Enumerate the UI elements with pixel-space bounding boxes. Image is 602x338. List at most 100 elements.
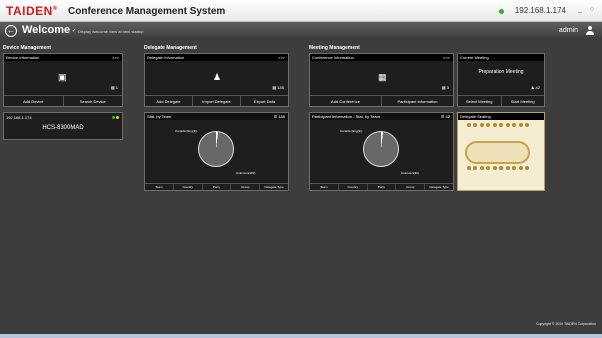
select-meeting-button[interactable]: Select Meeting (458, 96, 502, 106)
seat[interactable] (505, 123, 510, 127)
welcome-bar: ← Welcome ✓ Display welcome view at next… (0, 22, 602, 40)
import-delegate-button[interactable]: Import Delegate (193, 96, 241, 106)
device-count: ▦ 1 (110, 85, 118, 90)
add-conference-button[interactable]: Add Conference (310, 96, 382, 106)
tab-delegate-type[interactable]: Delegate Type (425, 184, 453, 190)
seat[interactable] (486, 166, 491, 170)
card-header: Delegate Seating (458, 113, 544, 120)
team-pie-chart (198, 131, 234, 167)
online-icon (112, 116, 115, 119)
back-button[interactable]: ← (5, 25, 17, 37)
participant-total: ☰ 42 (440, 114, 450, 119)
delegate-actions: Add Delegate Import Delegate Export Data (145, 95, 288, 106)
device-actions: Add Device Search Device (4, 95, 122, 106)
seat[interactable] (499, 166, 504, 170)
seat[interactable] (512, 166, 517, 170)
export-data-button[interactable]: Export Data (241, 96, 288, 106)
seat[interactable] (467, 123, 471, 127)
tab-team[interactable]: Team (310, 184, 339, 190)
seat[interactable] (492, 166, 497, 170)
top-bar: TAIDEN® Conference Management System 192… (0, 0, 602, 22)
start-meeting-button[interactable]: Start Meeting (502, 96, 545, 106)
startup-checkbox[interactable]: ✓ (72, 28, 76, 34)
tab-party[interactable]: Party (203, 184, 232, 190)
pie-label-unknown: Unknown(182) (236, 171, 256, 175)
participant-information-button[interactable]: Participant Information (382, 96, 453, 106)
tab-group[interactable]: Group (396, 184, 426, 190)
device-management-title: Device Management (3, 45, 52, 51)
conference-actions: Add Conference Participant Information (310, 95, 453, 106)
meeting-management-title: Meeting Management (309, 45, 360, 51)
close-button[interactable]: ○ (590, 6, 594, 13)
admin-user[interactable]: admin (559, 27, 578, 34)
seat[interactable] (479, 166, 484, 170)
pie-label-canada: Canada (Eng(3)) (175, 129, 198, 133)
meeting-status: Preparation Meeting (478, 69, 524, 75)
device-information-card: Device Information >>> ▣ ▦ 1 Add Device S… (3, 53, 123, 107)
device-ip: 192.168.1.174 (6, 115, 32, 120)
participant-stat-card: Participant Information - Stat. by Team ☰… (309, 112, 454, 191)
seat[interactable] (512, 123, 517, 127)
participant-count: ♟ 42 (530, 85, 540, 90)
delegate-information-card: Delegate Information >>> ♟ ▦ 185 Add Dele… (144, 53, 289, 107)
meeting-actions: Select Meeting Start Meeting (458, 95, 544, 106)
participant-label-canada: Canada (Eng(3)) (340, 129, 363, 133)
tab-team[interactable]: Team (145, 184, 174, 190)
more-button[interactable]: >>> (278, 54, 285, 61)
seat[interactable] (524, 166, 529, 170)
server-ip: 192.168.1.174 (514, 6, 566, 15)
conference-table (465, 141, 530, 164)
participant-statistics-tabs: Team Country Party Group Delegate Type (310, 183, 453, 190)
card-header: Participant Information - Stat. by Team ☰… (310, 113, 453, 120)
participant-pie-chart (363, 131, 399, 167)
minimize-button[interactable]: _ (578, 6, 582, 13)
tab-delegate-type[interactable]: Delegate Type (260, 184, 288, 190)
taiden-logo: TAIDEN® (6, 4, 58, 18)
device-icon: ▣ (58, 72, 67, 82)
add-device-button[interactable]: Add Device (4, 96, 64, 106)
search-device-button[interactable]: Search Device (64, 96, 123, 106)
more-button[interactable]: >>> (443, 54, 450, 61)
seat[interactable] (518, 166, 523, 170)
tab-party[interactable]: Party (368, 184, 397, 190)
seat[interactable] (505, 166, 510, 170)
seat[interactable] (467, 166, 471, 170)
card-header: Stat. by Team ☰ 185 (145, 113, 288, 120)
statistics-tabs: Team Country Party Group Delegate Type (145, 183, 288, 190)
seat[interactable] (473, 166, 478, 170)
add-delegate-button[interactable]: Add Delegate (145, 96, 193, 106)
welcome-title: Welcome (22, 24, 71, 36)
stat-by-team-card: Stat. by Team ☰ 185 Canada (Eng(3)) Unkno… (144, 112, 289, 191)
device-status-card[interactable]: 192.168.1.174 HCS-8300MAD (3, 112, 123, 140)
delegate-icon: ♟ (213, 72, 222, 82)
conference-information-card: Conference Information >>> ▦ ▦ 3 Add Conf… (309, 53, 454, 107)
delegate-management-title: Delegate Management (144, 45, 197, 51)
conference-icon: ▦ (378, 72, 387, 82)
seat[interactable] (473, 123, 478, 127)
seat[interactable] (486, 123, 491, 127)
tab-country[interactable]: Country (174, 184, 203, 190)
taskbar (0, 334, 602, 338)
delegate-total: ☰ 185 (273, 114, 285, 119)
card-header: Delegate Information >>> (145, 54, 288, 61)
startup-label: Display welcome view at next startup (78, 29, 144, 34)
delegate-count: ▦ 185 (272, 85, 284, 90)
participant-label-unknown: Unknown(39) (401, 171, 419, 175)
seat[interactable] (524, 123, 529, 127)
more-button[interactable]: >>> (112, 54, 119, 61)
copyright-text: Copyright © 2019 TAIDEN Corporation (535, 322, 596, 326)
tab-country[interactable]: Country (339, 184, 368, 190)
top-seat-row (467, 123, 529, 127)
seat[interactable] (479, 123, 484, 127)
bottom-seat-row (467, 166, 529, 170)
card-header: Current Meeting (458, 54, 544, 61)
seat[interactable] (518, 123, 523, 127)
user-icon[interactable] (586, 26, 594, 35)
connection-status-icon (499, 9, 504, 14)
current-meeting-card: Current Meeting Preparation Meeting ♟ 42… (457, 53, 545, 107)
system-title: Conference Management System (68, 6, 226, 17)
delegate-seating-card[interactable]: Delegate Seating (457, 112, 545, 191)
tab-group[interactable]: Group (231, 184, 261, 190)
seat[interactable] (492, 123, 497, 127)
seat[interactable] (499, 123, 504, 127)
